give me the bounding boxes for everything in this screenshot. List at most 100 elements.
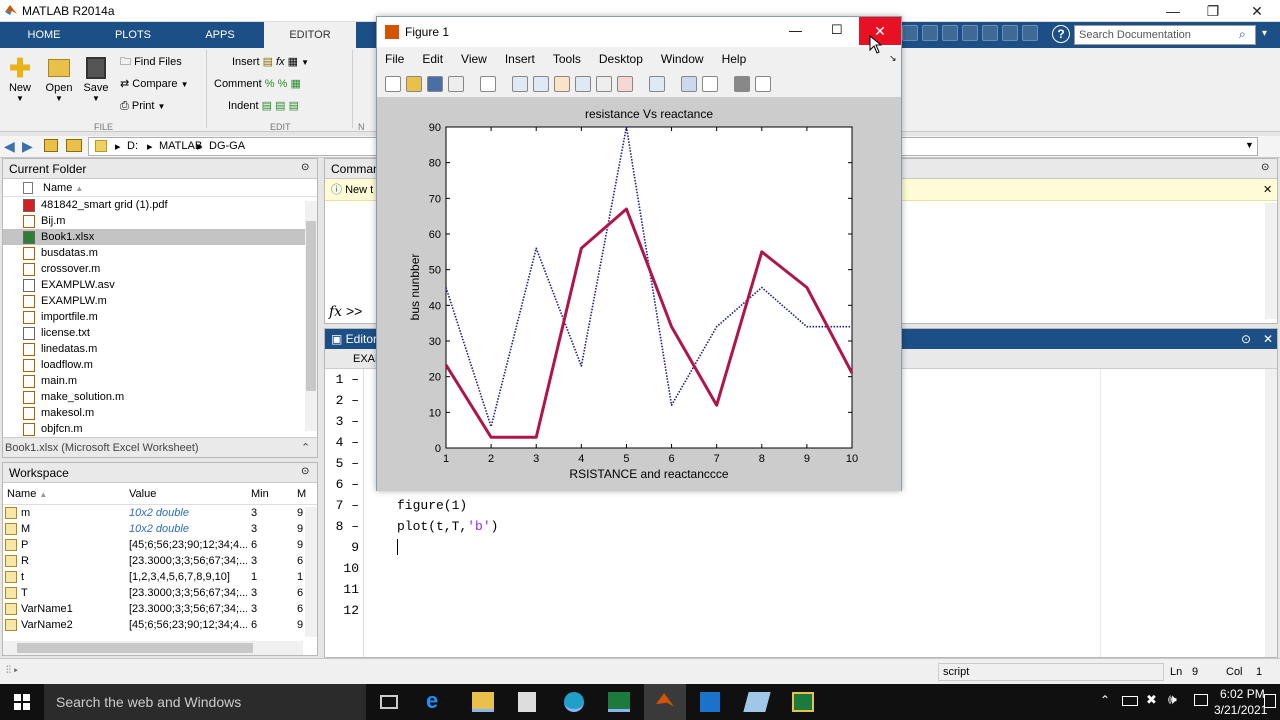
indent-icon[interactable]: ▤ xyxy=(275,100,285,112)
taskbar-search-box[interactable]: Search the web and Windows xyxy=(44,684,366,720)
menu-window[interactable]: Window xyxy=(661,52,704,66)
undo-icon[interactable] xyxy=(982,25,998,41)
network-icon[interactable]: ✖ xyxy=(1146,692,1157,708)
file-item[interactable]: 481842_smart grid (1).pdf xyxy=(3,197,317,213)
menu-file[interactable]: File xyxy=(385,52,404,66)
volume-icon[interactable]: 🕪 xyxy=(1168,691,1177,708)
rotate-icon[interactable] xyxy=(575,76,591,92)
store-icon[interactable] xyxy=(518,692,536,712)
task-view-icon[interactable] xyxy=(380,695,398,709)
redo-icon[interactable] xyxy=(1002,25,1018,41)
column-min[interactable]: Min xyxy=(251,483,269,505)
excel-icon[interactable] xyxy=(608,692,630,712)
fx-icon[interactable]: fx xyxy=(329,304,342,320)
file-explorer-icon[interactable] xyxy=(472,692,494,712)
scrollbar-thumb[interactable] xyxy=(306,221,316,391)
save-figure-icon[interactable] xyxy=(427,76,443,92)
details-bar[interactable]: Book1.xlsx (Microsoft Excel Worksheet) ⌃ xyxy=(3,437,317,457)
forward-icon[interactable]: ▶ xyxy=(22,138,33,155)
tab-plots[interactable]: PLOTS xyxy=(90,22,176,48)
menu-desktop[interactable]: Desktop xyxy=(599,52,643,66)
help-icon[interactable]: ? xyxy=(1052,25,1070,43)
close-editor-icon[interactable]: ✕ xyxy=(1263,329,1273,349)
colorbar-icon[interactable] xyxy=(681,76,697,92)
column-max[interactable]: M xyxy=(297,483,306,505)
keyboard-icon[interactable] xyxy=(1194,694,1208,706)
zoom-in-icon[interactable] xyxy=(512,76,528,92)
file-item[interactable]: crossover.m xyxy=(3,261,317,277)
dock-icon[interactable]: ↘ xyxy=(889,53,897,64)
open-file-icon[interactable] xyxy=(406,76,422,92)
new-button[interactable]: ✚ New ▼ xyxy=(4,54,36,103)
file-item[interactable]: loadflow.m xyxy=(3,357,317,373)
panel-actions-icon[interactable]: ⊙ xyxy=(301,466,309,477)
file-item[interactable]: objfcn.m xyxy=(3,421,317,437)
panel-actions-icon[interactable]: ⊙ xyxy=(301,162,309,173)
tab-editor[interactable]: EDITOR xyxy=(264,22,356,48)
hide-tools-icon[interactable] xyxy=(734,76,750,92)
chevron-up-icon[interactable]: ⌃ xyxy=(301,438,310,458)
print-figure-icon[interactable] xyxy=(448,76,464,92)
compare-button[interactable]: ⇄ Compare ▼ xyxy=(120,74,189,94)
file-item[interactable]: EXAMPLW.m xyxy=(3,293,317,309)
minimize-icon[interactable]: — xyxy=(789,23,802,38)
file-list-scrollbar[interactable] xyxy=(305,201,317,431)
workspace-row[interactable]: m 10x2 double 3 9 xyxy=(3,505,317,521)
column-name[interactable]: Name ▲ xyxy=(7,483,47,506)
menu-tools[interactable]: Tools xyxy=(553,52,581,66)
pan-icon[interactable] xyxy=(554,76,570,92)
print-button[interactable]: ⎙ Print ▼ xyxy=(120,96,165,116)
path-segment[interactable]: MATLAB xyxy=(159,140,202,152)
quick-cut-icon[interactable] xyxy=(922,25,938,41)
pointer-icon[interactable] xyxy=(480,76,496,92)
menu-view[interactable]: View xyxy=(461,52,487,66)
settings-icon[interactable] xyxy=(700,692,720,712)
workspace-scrollbar[interactable] xyxy=(305,507,317,637)
quick-copy-icon[interactable] xyxy=(942,25,958,41)
show-tools-icon[interactable] xyxy=(755,76,771,92)
wrap-comment-icon[interactable]: ▦ xyxy=(290,78,300,90)
find-files-button[interactable]: 🗀 Find Files xyxy=(120,52,182,72)
clock-time[interactable]: 6:02 PM xyxy=(1220,687,1265,701)
insert-button[interactable]: Insert ▤ fx ▦ ▼ xyxy=(232,52,309,72)
file-item[interactable]: busdatas.m xyxy=(3,245,317,261)
back-icon[interactable]: ◀ xyxy=(4,138,15,155)
scrollbar-thumb[interactable] xyxy=(17,643,253,653)
restore-icon[interactable]: ❐ xyxy=(1190,0,1236,22)
workspace-row[interactable]: P [45;6;56;23;90;12;34;4... 6 9 xyxy=(3,537,317,553)
data-cursor-icon[interactable] xyxy=(596,76,612,92)
workspace-row[interactable]: t [1,2,3,4,5,6,7,8,9,10] 1 1 xyxy=(3,569,317,585)
browse-folder-icon[interactable] xyxy=(66,139,82,152)
legend-icon[interactable] xyxy=(702,76,718,92)
matlab-taskbar-button[interactable] xyxy=(644,684,686,720)
file-item[interactable]: EXAMPLW.asv xyxy=(3,277,317,293)
file-item[interactable]: makesol.m xyxy=(3,405,317,421)
code-line-7[interactable]: figure(1) xyxy=(397,495,467,516)
tab-apps[interactable]: APPS xyxy=(180,22,260,48)
file-item[interactable]: linedatas.m xyxy=(3,341,317,357)
quick-save-icon[interactable] xyxy=(902,25,918,41)
workspace-row[interactable]: M 10x2 double 3 9 xyxy=(3,521,317,537)
path-segment[interactable]: DG-GA xyxy=(209,140,245,152)
panel-actions-icon[interactable]: ⊙ xyxy=(1261,162,1269,173)
file-item[interactable]: Book1.xlsx xyxy=(3,229,317,245)
file-item[interactable]: make_solution.m xyxy=(3,389,317,405)
path-segment[interactable]: D: xyxy=(127,140,138,152)
file-item[interactable]: license.txt xyxy=(3,325,317,341)
brush-icon[interactable] xyxy=(617,76,633,92)
uncomment-icon[interactable]: % xyxy=(278,78,288,90)
plot-area[interactable]: 1 2 3 4 5 6 7 8 9 10 0 10 20 30 40 50 60 70 80 90 resistanc… xyxy=(377,97,901,491)
open-button[interactable]: Open ▼ xyxy=(42,54,76,103)
outdent-icon[interactable]: ▤ xyxy=(289,100,299,112)
up-folder-icon[interactable] xyxy=(44,139,58,152)
workspace-row[interactable]: T [23.3000;3;3;56;67;34;... 3 6 xyxy=(3,585,317,601)
menu-help[interactable]: Help xyxy=(722,52,747,66)
notifications-icon[interactable] xyxy=(1264,694,1276,708)
tab-home[interactable]: HOME xyxy=(4,22,84,48)
search-icon[interactable]: ⌕ xyxy=(1239,27,1246,42)
battery-icon[interactable] xyxy=(1122,696,1138,706)
notepad-icon[interactable] xyxy=(743,692,771,712)
comment-button[interactable]: Comment % % ▦ xyxy=(214,74,301,94)
path-dropdown-icon[interactable]: ▼ xyxy=(1245,140,1254,150)
close-notice-icon[interactable]: ✕ xyxy=(1263,179,1272,201)
